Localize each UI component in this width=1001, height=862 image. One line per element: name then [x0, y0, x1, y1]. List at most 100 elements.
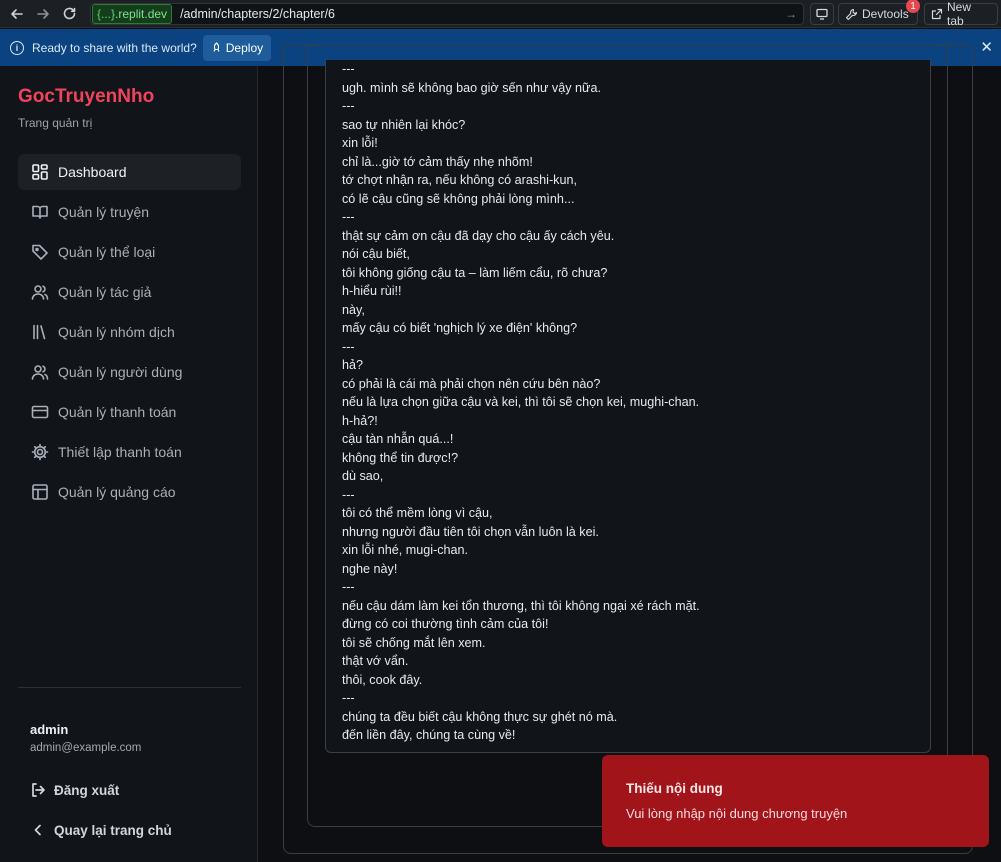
- chapter-line: ---: [342, 339, 355, 354]
- chapter-line: tôi có thể mềm lòng vì cậu,: [342, 506, 493, 520]
- sidebar-item-label: Quản lý thể loại: [58, 244, 156, 260]
- chapter-line: này,: [342, 302, 365, 317]
- chapter-line: xin lỗi!: [342, 136, 378, 150]
- chapter-line: nếu cậu dám làm kei tổn thương, thì tôi …: [342, 598, 700, 613]
- chapter-line: thật sự cảm ơn cậu đã dạy cho cậu ấy các…: [342, 228, 615, 243]
- credit-card-icon: [30, 402, 50, 422]
- sidebar-item-users[interactable]: Quản lý người dùng: [18, 354, 241, 390]
- chapter-line: có phải là cái mà phải chọn nên cứu bên …: [342, 376, 601, 391]
- chapter-line: xin lỗi nhé, mugi-chan.: [342, 543, 469, 557]
- admin-sidebar: GocTruyenNho Trang quản trị Dashboard Qu…: [0, 66, 258, 862]
- devtools-badge: 1: [906, 0, 920, 13]
- chapter-line: đến liền đây, chúng ta cùng về!: [342, 728, 516, 742]
- logout-icon: [32, 783, 45, 797]
- sidebar-item-label: Quản lý nhóm dịch: [58, 324, 175, 340]
- back-home-label: Quay lại trang chủ: [54, 822, 172, 838]
- sidebar-item-genres[interactable]: Quản lý thể loại: [18, 234, 241, 270]
- logout-label: Đăng xuất: [54, 782, 120, 798]
- chapter-line: sao tự nhiên lại khóc?: [342, 117, 466, 132]
- sidebar-item-payment-settings[interactable]: Thiết lập thanh toán: [18, 434, 241, 470]
- toast-title: Thiếu nội dung: [626, 781, 723, 796]
- chapter-line: thật vớ vẩn.: [342, 654, 409, 668]
- chapter-line: tôi sẽ chống mắt lên xem.: [342, 635, 486, 650]
- logout-button[interactable]: Đăng xuất: [30, 782, 119, 798]
- book-icon: [30, 202, 50, 222]
- chapter-line: chỉ là...giờ tớ cảm thấy nhẹ nhõm!: [342, 154, 533, 169]
- sidebar-item-payments[interactable]: Quản lý thanh toán: [18, 394, 241, 430]
- sidebar-item-label: Quản lý tác giả: [58, 284, 152, 300]
- new-tab-button[interactable]: New tab: [924, 0, 998, 28]
- info-icon: i: [10, 40, 24, 55]
- user-name: admin: [30, 722, 69, 737]
- sidebar-divider: [18, 687, 241, 688]
- user-group-icon: [30, 362, 50, 382]
- chapter-line: tớ chợt nhận ra, nếu không có arashi-kun…: [342, 173, 577, 187]
- external-link-icon: [931, 8, 943, 20]
- dashboard-icon: [30, 162, 50, 182]
- sidebar-item-ads[interactable]: Quản lý quảng cáo: [18, 474, 241, 510]
- chapter-lines: --- ugh. mình sẽ không bao giờ sến như vậ…: [342, 60, 922, 745]
- brand-logo-text[interactable]: GocTruyenNho: [18, 86, 154, 108]
- sidebar-item-label: Quản lý thanh toán: [58, 404, 177, 420]
- chapter-content-textarea[interactable]: --- ugh. mình sẽ không bao giờ sến như vậ…: [325, 60, 931, 753]
- chapter-line: ---: [342, 62, 355, 76]
- go-arrow-icon[interactable]: →: [785, 7, 797, 21]
- sidebar-item-label: Quản lý quảng cáo: [58, 484, 176, 500]
- sidebar-menu: Dashboard Quản lý truyện Quản lý thể loạ…: [18, 154, 241, 514]
- close-icon[interactable]: ✕: [980, 38, 993, 56]
- chapter-line: ---: [342, 487, 355, 502]
- sidebar-item-stories[interactable]: Quản lý truyện: [18, 194, 241, 230]
- tag-icon: [30, 242, 50, 262]
- chapter-line: nghe này!: [342, 561, 398, 576]
- chapter-line: nói cậu biết,: [342, 247, 410, 261]
- toast-description: Vui lòng nhập nội dung chương truyện: [626, 806, 848, 821]
- user-email: admin@example.com: [30, 742, 142, 754]
- chapter-line: ugh. mình sẽ không bao giờ sến như vậy n…: [342, 80, 601, 95]
- brand-subtitle: Trang quản trị: [18, 116, 93, 130]
- sidebar-item-label: Dashboard: [58, 164, 127, 180]
- wrench-icon: [845, 8, 858, 20]
- browser-toolbar: {...} .replit.dev /admin/chapters/2/chapt…: [0, 0, 1001, 28]
- chapter-line: mấy cậu có biết 'nghịch lý xe điện' khôn…: [342, 321, 578, 335]
- deploy-button[interactable]: Deploy: [202, 34, 272, 61]
- devtools-label: Devtools: [862, 7, 909, 21]
- sidebar-item-translator-groups[interactable]: Quản lý nhóm dịch: [18, 314, 241, 350]
- library-icon: [30, 322, 50, 342]
- users-icon: [30, 282, 50, 302]
- error-toast[interactable]: Thiếu nội dung Vui lòng nhập nội dung ch…: [602, 755, 989, 847]
- forward-arrow-icon[interactable]: [30, 1, 56, 27]
- rocket-icon: [213, 42, 220, 52]
- address-bar[interactable]: {...} .replit.dev /admin/chapters/2/chapt…: [90, 3, 804, 25]
- monitor-icon: [816, 8, 828, 20]
- chapter-line: đừng có coi thường tình cảm của tôi!: [342, 617, 549, 631]
- chapter-line: hả?: [342, 358, 364, 372]
- chapter-line: nhưng người đầu tiên tôi chọn vẫn luôn l…: [342, 524, 599, 539]
- sidebar-item-label: Quản lý truyện: [58, 204, 150, 220]
- chapter-line: chúng ta đều biết cậu không thực sự ghét…: [342, 709, 618, 724]
- chapter-line: h-hả?!: [342, 413, 378, 428]
- chapter-line: cậu tàn nhẫn quá...!: [342, 432, 454, 446]
- chapter-line: ---: [342, 210, 355, 224]
- back-to-home-link[interactable]: Quay lại trang chủ: [30, 822, 172, 838]
- new-tab-label: New tab: [947, 0, 972, 28]
- chapter-line: không thể tin được!?: [342, 450, 459, 465]
- back-arrow-icon[interactable]: [4, 1, 30, 27]
- deploy-label: Deploy: [225, 40, 264, 55]
- layout-icon: [30, 482, 50, 502]
- chevron-left-icon: [34, 824, 41, 836]
- chapter-line: ---: [342, 691, 355, 705]
- domain-prefix: {...}: [97, 7, 116, 21]
- sidebar-item-label: Quản lý người dùng: [58, 364, 183, 380]
- devtools-button[interactable]: Devtools 1: [838, 0, 920, 25]
- banner-text: Ready to share with the world?: [32, 40, 197, 55]
- chapter-line: thôi, cook đây.: [342, 672, 423, 687]
- chapter-line: h-hiểu rùi!!: [342, 284, 402, 298]
- sidebar-item-dashboard[interactable]: Dashboard: [18, 154, 241, 190]
- device-preview-button[interactable]: [810, 3, 834, 25]
- chapter-line: có lẽ cậu cũng sẽ không phải lòng mình..…: [342, 191, 575, 206]
- gear-icon: [30, 442, 50, 462]
- chapter-line: tôi không giống cậu ta – làm liếm cẩu, r…: [342, 265, 608, 280]
- reload-icon[interactable]: [56, 1, 82, 27]
- sidebar-item-authors[interactable]: Quản lý tác giả: [18, 274, 241, 310]
- chapter-line: ---: [342, 99, 355, 113]
